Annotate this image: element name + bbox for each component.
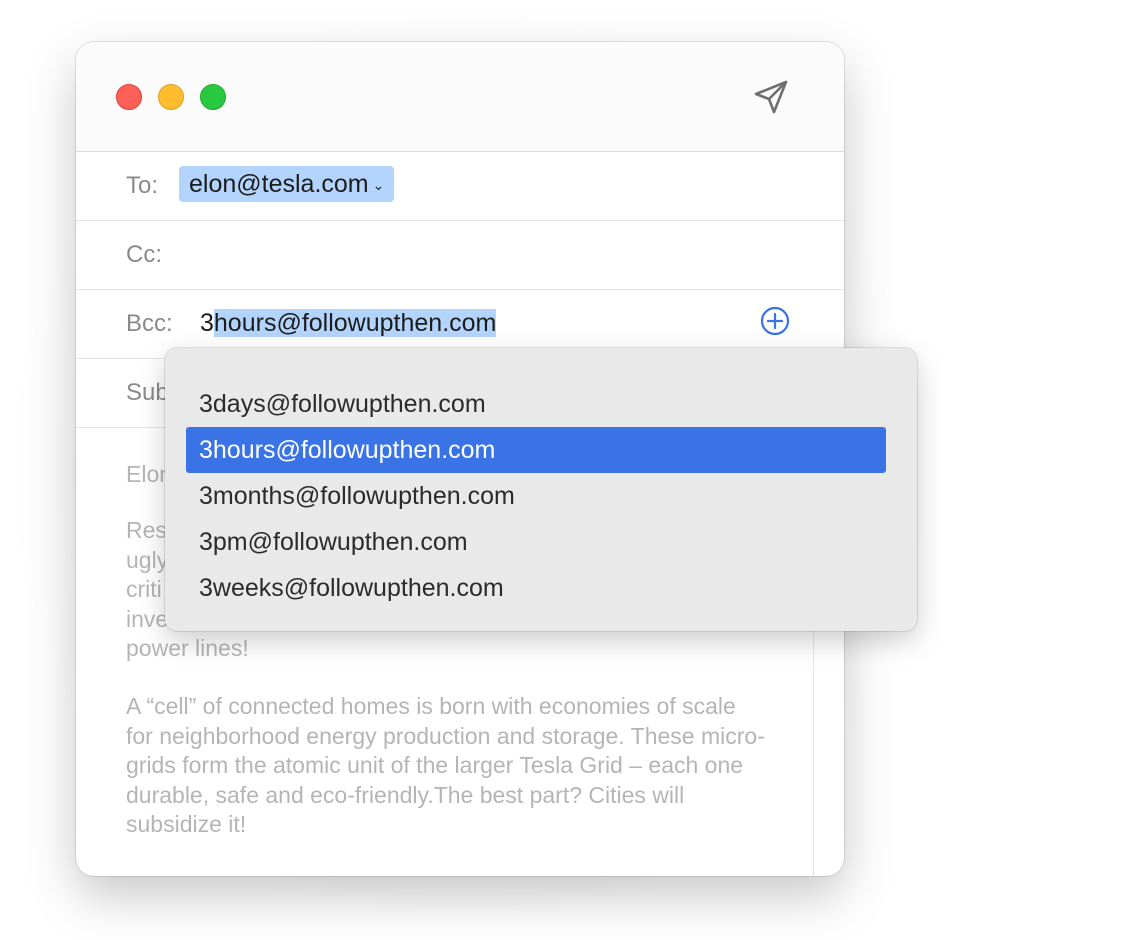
cc-label: Cc:: [126, 241, 162, 268]
autocomplete-item-selected[interactable]: 3hours@followupthen.com: [186, 427, 886, 473]
bcc-input[interactable]: 3hours@followupthen.com: [200, 306, 497, 340]
cc-row[interactable]: Cc:: [76, 221, 844, 290]
bcc-label: Bcc:: [126, 310, 173, 337]
stage: To: elon@tesla.com ⌄ Cc: Bcc: 3hours@foll…: [0, 0, 1142, 940]
body-paragraph-2: A “cell” of connected homes is born with…: [126, 693, 765, 837]
autocomplete-menu: 3days@followupthen.com 3hours@followupth…: [165, 348, 917, 631]
to-recipient-token[interactable]: elon@tesla.com ⌄: [179, 166, 395, 203]
autocomplete-item[interactable]: 3weeks@followupthen.com: [186, 565, 886, 611]
minimize-button[interactable]: [158, 84, 184, 110]
to-label: To:: [126, 172, 159, 199]
bcc-typed-text: 3: [200, 309, 214, 337]
chevron-down-icon[interactable]: ⌄: [373, 167, 385, 203]
add-contact-icon[interactable]: [759, 305, 791, 337]
close-button[interactable]: [116, 84, 142, 110]
bcc-autocomplete-selection: hours@followupthen.com: [213, 309, 497, 337]
zoom-button[interactable]: [200, 84, 226, 110]
paper-plane-icon[interactable]: [752, 78, 790, 116]
titlebar: [76, 42, 844, 152]
autocomplete-item[interactable]: 3pm@followupthen.com: [186, 519, 886, 565]
to-row: To: elon@tesla.com ⌄: [76, 152, 844, 221]
autocomplete-item[interactable]: 3months@followupthen.com: [186, 473, 886, 519]
body-line: power lines!: [126, 635, 249, 661]
to-recipient-address: elon@tesla.com: [189, 170, 369, 198]
subject-label: Sub: [126, 379, 169, 406]
autocomplete-item[interactable]: 3days@followupthen.com: [186, 381, 886, 427]
